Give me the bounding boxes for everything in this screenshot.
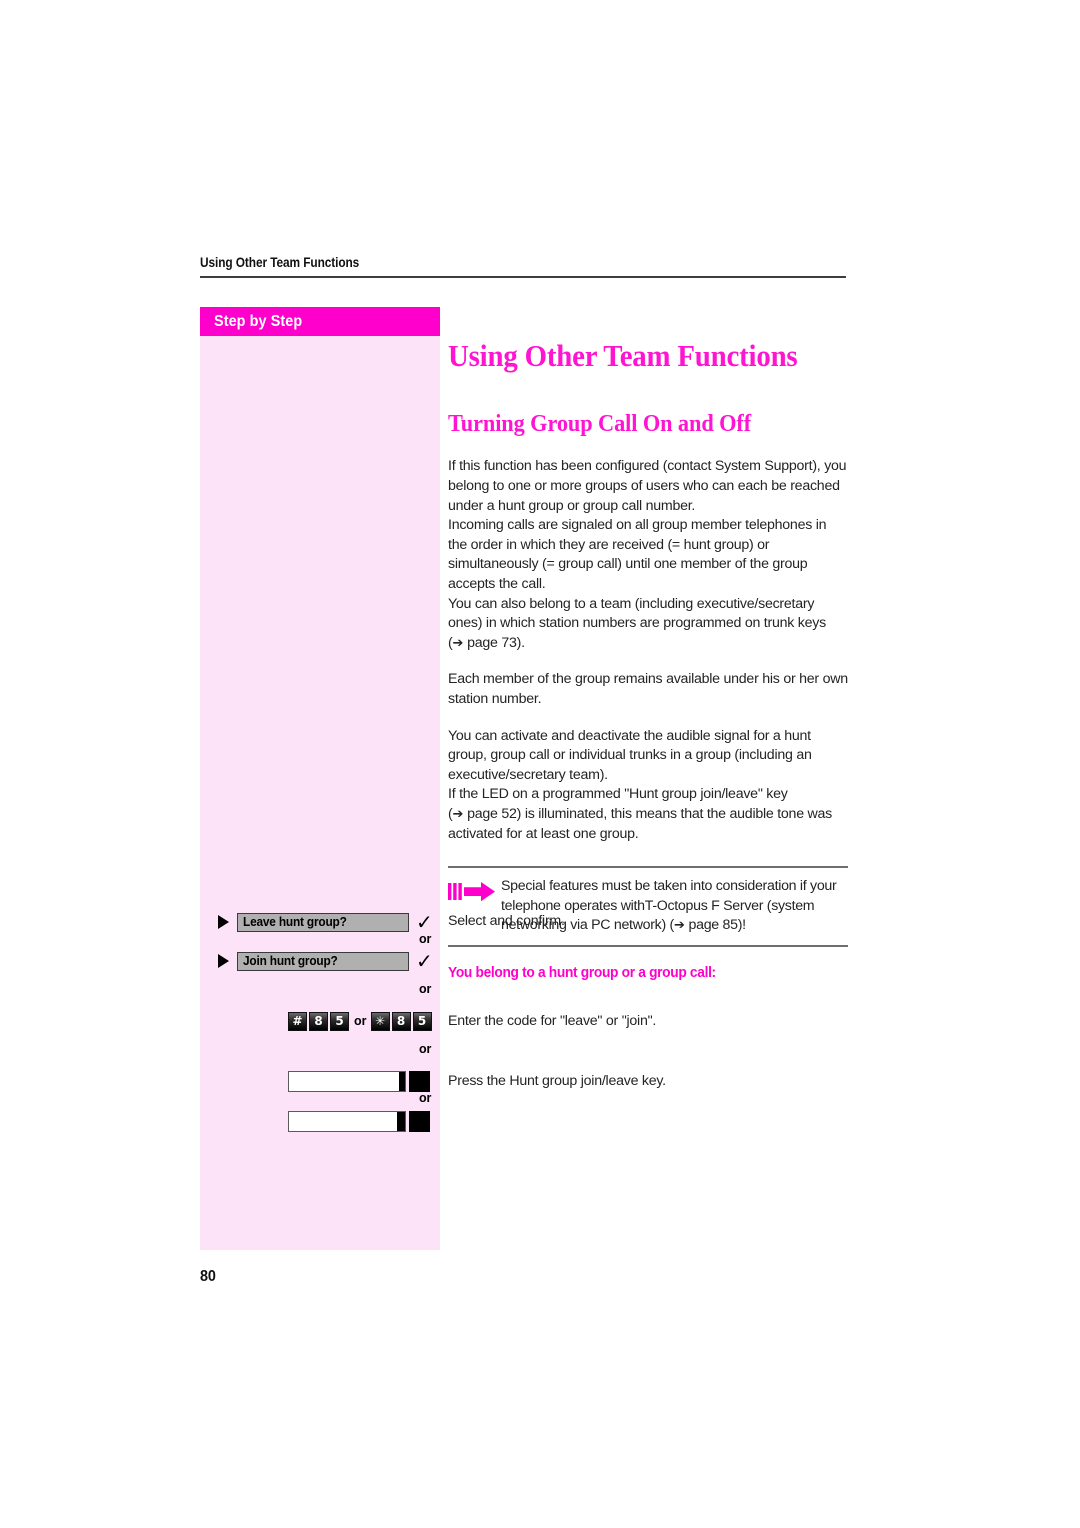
- step-desc-select-and-confirm: Select and confirm.: [448, 913, 565, 929]
- keypad-key-8b[interactable]: 8: [391, 1011, 411, 1031]
- section-title: Turning Group Call On and Off: [448, 411, 752, 438]
- step-row-join-hunt-group[interactable]: Join hunt group? ✓: [218, 950, 433, 972]
- paragraph-5: You can activate and deactivate the audi…: [448, 727, 848, 786]
- softkey-leave-hunt-group[interactable]: Leave hunt group?: [237, 912, 409, 932]
- keypad-key-8a[interactable]: 8: [309, 1011, 328, 1031]
- cross-reference-arrow-icon: ➔: [452, 635, 464, 651]
- paragraph-6-text: If the LED on a programmed "Hunt group j…: [448, 786, 788, 803]
- main-content: Using Other Team Functions Turning Group…: [448, 338, 848, 981]
- page-title: Using Other Team Functions: [448, 338, 798, 373]
- or-label-2: or: [419, 982, 432, 996]
- paragraph-5-text: You can activate and deactivate the audi…: [448, 727, 812, 783]
- or-label-3: or: [419, 1042, 432, 1056]
- function-key-button-icon-2[interactable]: [409, 1110, 430, 1132]
- step-row-keypad-code[interactable]: # 8 5 or ✳ 8 5: [288, 1010, 434, 1032]
- paragraph-2: Incoming calls are signaled on all group…: [448, 516, 848, 594]
- confirm-check-icon[interactable]: ✓: [416, 912, 433, 932]
- triangle-bullet-icon-2: [218, 954, 229, 968]
- step-row-leave-hunt-group[interactable]: Leave hunt group? ✓: [218, 911, 433, 933]
- paragraph-6: If the LED on a programmed "Hunt group j…: [448, 786, 833, 842]
- step-row-function-key-lit[interactable]: [288, 1070, 430, 1092]
- magenta-arrow-icon: [448, 877, 501, 908]
- or-label-1: or: [419, 932, 432, 946]
- paragraph-4: Each member of the group remains availab…: [448, 670, 848, 709]
- step-by-step-column: [200, 307, 440, 1250]
- function-key-led-icon: [399, 1071, 405, 1091]
- cross-reference-arrow-icon-2: ➔: [452, 806, 464, 822]
- step-by-step-header: Step by Step: [200, 307, 440, 336]
- sub-heading: You belong to a hunt group or a group ca…: [448, 964, 716, 981]
- document-page: Using Other Team Functions Step by Step …: [0, 0, 1080, 1528]
- function-key-label-strip[interactable]: [288, 1070, 406, 1092]
- page-ref-73[interactable]: page 73).: [467, 635, 525, 651]
- paragraph-3-text: You can also belong to a team (including…: [448, 595, 826, 632]
- step-desc-press-hunt-group-key: Press the Hunt group join/leave key.: [448, 1073, 666, 1089]
- running-head-text: Using Other Team Functions: [200, 255, 360, 270]
- softkey-join-hunt-group-label: Join hunt group?: [243, 953, 338, 968]
- step-row-function-key-unlit[interactable]: [288, 1110, 430, 1132]
- cross-reference-arrow-icon-3: ➔: [673, 918, 685, 934]
- keypad-separator-or: or: [354, 1014, 367, 1028]
- running-head-rule: [200, 276, 846, 278]
- keypad-key-asterisk[interactable]: ✳: [370, 1011, 390, 1031]
- step-by-step-label: Step by Step: [214, 313, 303, 330]
- or-label-4: or: [419, 1091, 432, 1105]
- keypad-key-5b[interactable]: 5: [412, 1011, 432, 1031]
- function-key-led-icon-2: [397, 1111, 405, 1131]
- paragraph-3: You can also belong to a team (including…: [448, 595, 826, 651]
- paragraph-1: If this function has been configured (co…: [448, 457, 848, 516]
- paragraph-4-text: Each member of the group remains availab…: [448, 671, 848, 707]
- softkey-leave-hunt-group-label: Leave hunt group?: [243, 914, 347, 929]
- running-head: Using Other Team Functions: [200, 255, 846, 278]
- function-key-label-strip-2[interactable]: [288, 1110, 406, 1132]
- page-number: 80: [200, 1268, 216, 1285]
- note-callout: Special features must be taken into cons…: [448, 866, 848, 947]
- function-key-button-icon[interactable]: [409, 1070, 430, 1092]
- keypad-key-5a[interactable]: 5: [330, 1011, 349, 1031]
- page-ref-52[interactable]: page 52): [467, 806, 521, 822]
- triangle-bullet-icon: [218, 915, 229, 929]
- paragraph-1-text: If this function has been configured (co…: [448, 458, 847, 514]
- step-desc-enter-code: Enter the code for "leave" or "join".: [448, 1013, 657, 1029]
- keypad-key-hash[interactable]: #: [288, 1011, 307, 1031]
- page-ref-85[interactable]: page 85)!: [689, 917, 747, 933]
- paragraph-2-text: Incoming calls are signaled on all group…: [448, 517, 827, 592]
- softkey-join-hunt-group[interactable]: Join hunt group?: [237, 951, 409, 971]
- confirm-check-icon-2[interactable]: ✓: [416, 951, 433, 971]
